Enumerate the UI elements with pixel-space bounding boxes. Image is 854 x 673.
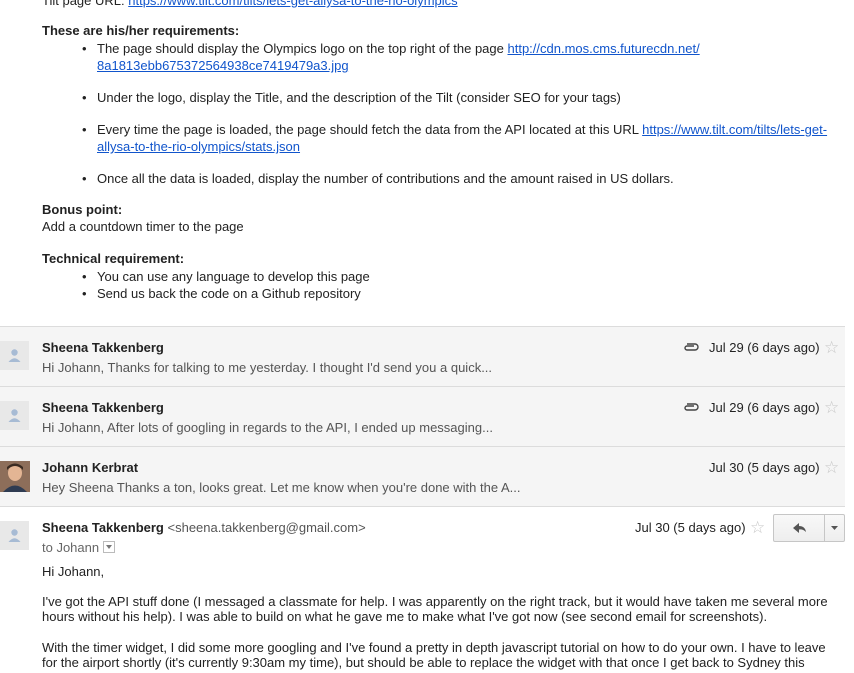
star-icon[interactable]: ☆ xyxy=(824,459,839,476)
bonus-title: Bonus point: xyxy=(42,202,123,217)
chevron-down-icon xyxy=(831,526,838,530)
paperclip-icon xyxy=(682,341,700,356)
message-date: Jul 30 (5 days ago) xyxy=(709,460,820,475)
sender-name: Johann Kerbrat xyxy=(42,460,139,475)
logo-url-link[interactable]: http://cdn.mos.cms.futurecdn.net/ xyxy=(507,41,699,56)
reply-button[interactable] xyxy=(774,515,825,541)
message-paragraph: I've got the API stuff done (I messaged … xyxy=(42,594,828,624)
recipient-line[interactable]: to Johann xyxy=(42,540,116,555)
sender-email: <sheena.takkenberg@gmail.com> xyxy=(167,520,366,535)
thread-message-collapsed[interactable]: Sheena Takkenberg Hi Johann, After lots … xyxy=(0,386,845,447)
star-icon[interactable]: ☆ xyxy=(824,339,839,356)
message-snippet: Hi Johann, After lots of googling in reg… xyxy=(42,420,493,435)
chevron-down-icon[interactable] xyxy=(103,541,116,553)
requirement-item: Once all the data is loaded, display the… xyxy=(82,170,837,187)
bonus-text: Add a countdown timer to the page xyxy=(42,219,244,234)
message-date: Jul 30 (5 days ago) xyxy=(635,520,746,535)
default-avatar-icon xyxy=(0,341,29,370)
technical-item: Send us back the code on a Github reposi… xyxy=(82,285,837,302)
logo-url-link-cont[interactable]: 8a1813ebb675372564938ce7419479a3.jpg xyxy=(97,58,349,73)
requirement-item: Under the logo, display the Title, and t… xyxy=(82,89,837,106)
default-avatar-icon xyxy=(0,521,29,550)
requirement-item: Every time the page is loaded, the page … xyxy=(82,121,837,155)
sender-name: Sheena Takkenberg xyxy=(42,340,164,355)
technical-title: Technical requirement: xyxy=(42,251,185,266)
api-url-link-cont[interactable]: allysa-to-the-rio-olympics/stats.json xyxy=(97,139,300,154)
star-icon[interactable]: ☆ xyxy=(750,519,765,536)
message-greeting: Hi Johann, xyxy=(42,564,105,579)
sender-name: Sheena Takkenberg xyxy=(42,520,164,535)
reply-button-group xyxy=(773,514,845,542)
requirements-title: These are his/her requirements: xyxy=(42,23,240,38)
more-options-button[interactable] xyxy=(825,515,844,541)
message-date: Jul 29 (6 days ago) xyxy=(709,400,820,415)
default-avatar-icon xyxy=(0,401,29,430)
profile-photo xyxy=(0,461,30,492)
message-snippet: Hey Sheena Thanks a ton, looks great. Le… xyxy=(42,480,521,495)
requirement-item: The page should display the Olympics log… xyxy=(82,40,837,74)
message-date: Jul 29 (6 days ago) xyxy=(709,340,820,355)
tilt-page-line: Tilt page URL: https://www.tilt.com/tilt… xyxy=(42,0,458,8)
sender-header: Sheena Takkenberg <sheena.takkenberg@gma… xyxy=(42,520,366,535)
reply-icon xyxy=(793,523,806,533)
thread-message-collapsed[interactable]: Johann Kerbrat Hey Sheena Thanks a ton, … xyxy=(0,446,845,507)
thread-message-collapsed[interactable]: Sheena Takkenberg Hi Johann, Thanks for … xyxy=(0,326,845,387)
sender-name: Sheena Takkenberg xyxy=(42,400,164,415)
star-icon[interactable]: ☆ xyxy=(824,399,839,416)
expanded-message: Sheena Takkenberg <sheena.takkenberg@gma… xyxy=(0,506,845,673)
technical-item: You can use any language to develop this… xyxy=(82,268,837,285)
paperclip-icon xyxy=(682,401,700,416)
tilt-page-link[interactable]: https://www.tilt.com/tilts/lets-get-ally… xyxy=(128,0,457,8)
recipient-label: to Johann xyxy=(42,540,100,555)
tilt-page-label: Tilt page URL: xyxy=(42,0,129,8)
api-url-link[interactable]: https://www.tilt.com/tilts/lets-get- xyxy=(642,122,827,137)
message-snippet: Hi Johann, Thanks for talking to me yest… xyxy=(42,360,493,375)
message-paragraph: With the timer widget, I did some more g… xyxy=(42,640,826,670)
